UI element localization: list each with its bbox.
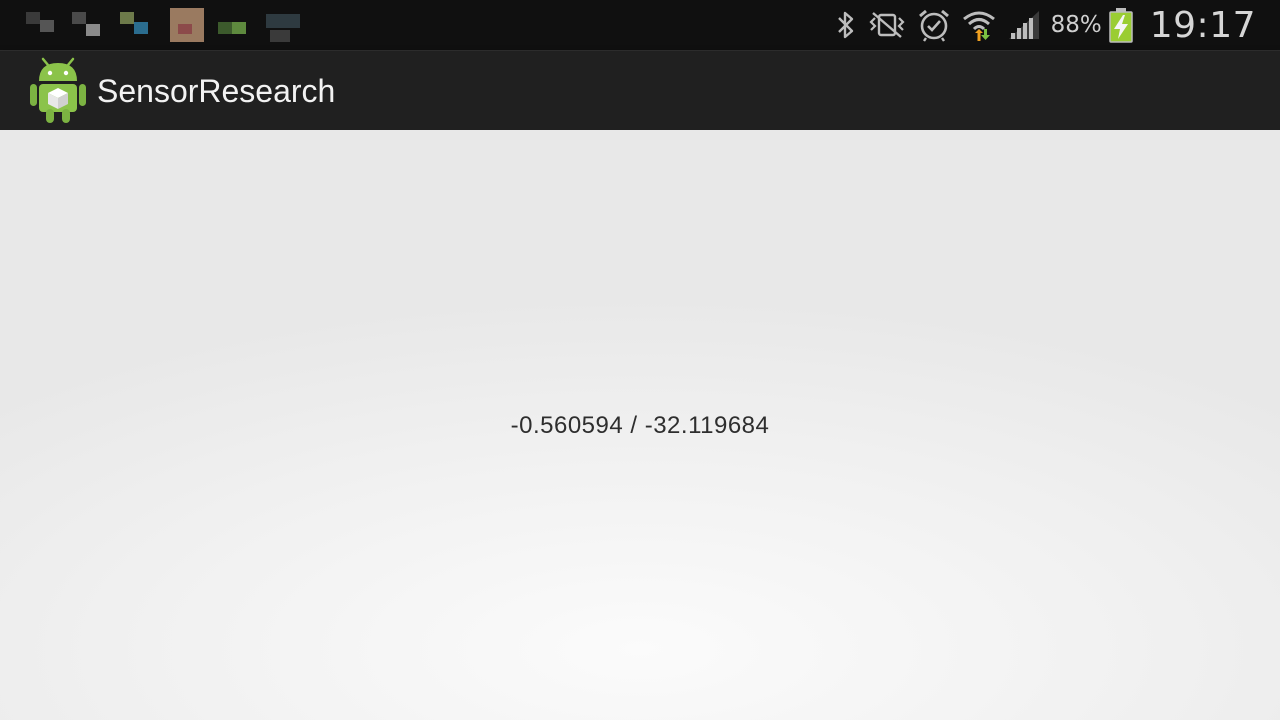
signal-icon <box>1008 11 1039 39</box>
notification-pixel <box>86 24 100 36</box>
clock: 19:17 <box>1149 4 1256 46</box>
bluetooth-icon <box>837 11 853 39</box>
wifi-icon <box>962 11 995 41</box>
action-bar: SensorResearch <box>0 50 1280 130</box>
notification-pixel <box>134 22 148 34</box>
notification-pixel <box>218 22 232 34</box>
notification-pixel <box>40 20 54 32</box>
notification-pixel <box>72 12 86 24</box>
notification-pixel <box>232 22 246 34</box>
alarm-icon <box>918 9 949 42</box>
notification-pixel <box>120 12 134 24</box>
battery-percent: 88% <box>1050 12 1102 38</box>
notification-pixel <box>26 12 40 24</box>
status-bar: 88% 19:17 <box>0 0 1280 50</box>
app-title: SensorResearch <box>97 73 336 109</box>
notification-pixel <box>178 24 192 34</box>
vibrate-icon <box>869 12 905 38</box>
sensor-readout: -0.560594 / -32.119684 <box>510 412 770 439</box>
notification-pixel <box>266 14 300 28</box>
android-robot-icon[interactable] <box>28 57 88 125</box>
status-icons: 88% 19:17 <box>835 0 1256 50</box>
battery-charging-icon <box>1109 8 1133 43</box>
notification-pixel <box>270 30 290 42</box>
main-content: -0.560594 / -32.119684 <box>0 130 1280 720</box>
